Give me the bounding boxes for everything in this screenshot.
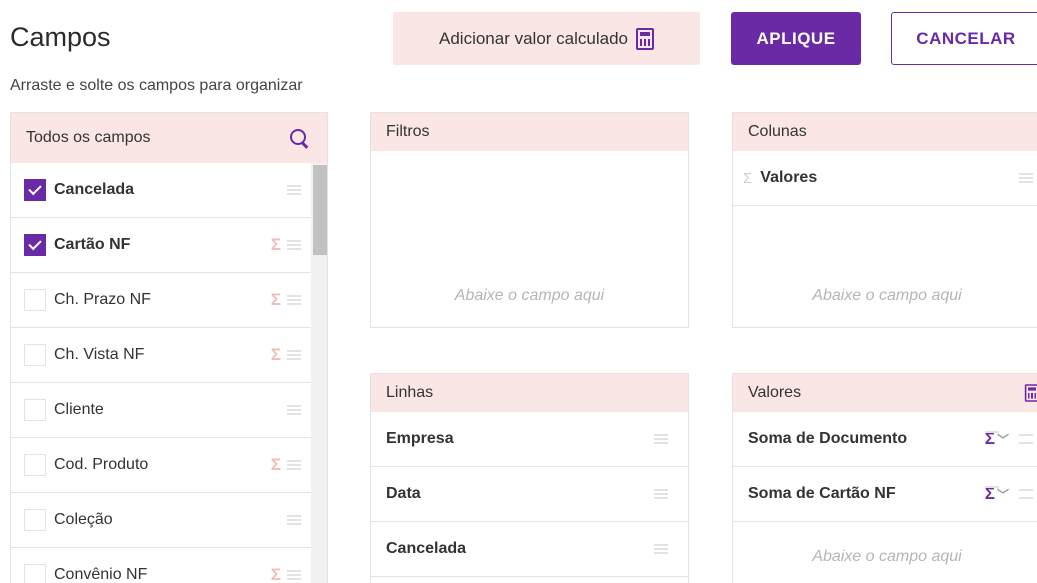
field-label: Cod. Produto	[54, 456, 149, 473]
values-zone-header: Valores	[733, 374, 1037, 412]
field-label: Ch. Vista NF	[54, 346, 145, 363]
drag-handle-icon[interactable]	[654, 489, 668, 499]
columns-item[interactable]: Σ Valores	[733, 151, 1037, 206]
field-checkbox[interactable]	[24, 234, 46, 256]
drag-handle-icon[interactable]	[1019, 489, 1033, 499]
field-item[interactable]: Ch. Vista NF Σ	[11, 328, 311, 383]
sigma-icon[interactable]: Σ	[271, 455, 281, 475]
field-item[interactable]: Coleção	[11, 493, 311, 548]
rows-item-label: Cancelada	[386, 540, 467, 557]
page-subtitle: Arraste e solte os campos para organizar	[10, 77, 303, 94]
values-item-label: Soma de Documento	[748, 430, 908, 447]
drag-handle-icon[interactable]	[287, 570, 301, 580]
field-item[interactable]: Ch. Prazo NF Σ	[11, 273, 311, 328]
rows-item[interactable]: Cancelada	[371, 522, 688, 577]
columns-zone-header: Colunas	[733, 113, 1037, 151]
scrollbar-thumb[interactable]	[313, 165, 327, 255]
field-checkbox[interactable]	[24, 179, 46, 201]
field-checkbox[interactable]	[24, 344, 46, 366]
values-zone-title: Valores	[748, 384, 802, 401]
columns-drop-placeholder: Abaixe o campo aqui	[812, 287, 962, 304]
add-calculated-value-button[interactable]: Adicionar valor calculado	[393, 12, 700, 65]
filters-zone[interactable]: Filtros Abaixe o campo aqui	[370, 112, 689, 328]
field-list-scrollbar[interactable]	[311, 163, 327, 583]
calculator-icon	[636, 27, 654, 50]
field-label: Coleção	[54, 511, 113, 528]
field-checkbox[interactable]	[24, 564, 46, 583]
values-item[interactable]: Soma de Cartão NF Σ ﹀	[733, 467, 1037, 522]
rows-item-label: Empresa	[386, 430, 454, 447]
add-calculated-value-label: Adicionar valor calculado	[439, 28, 628, 48]
field-label: Ch. Prazo NF	[54, 291, 151, 308]
field-label: Cartão NF	[54, 236, 131, 253]
calculator-icon[interactable]	[1024, 384, 1037, 402]
sigma-icon[interactable]: Σ	[271, 290, 281, 310]
drag-handle-icon[interactable]	[287, 515, 301, 525]
values-item[interactable]: Soma de Documento Σ ﹀	[733, 412, 1037, 467]
filters-zone-title: Filtros	[386, 123, 430, 140]
field-item[interactable]: Cod. Produto Σ	[11, 438, 311, 493]
columns-zone-title: Colunas	[748, 123, 807, 140]
values-item-label: Soma de Cartão NF	[748, 485, 896, 502]
cancel-button[interactable]: CANCELAR	[891, 12, 1037, 65]
rows-item[interactable]: Data	[371, 467, 688, 522]
rows-zone-header: Linhas	[371, 374, 688, 412]
field-label: Cancelada	[54, 181, 135, 198]
drag-handle-icon[interactable]	[1019, 173, 1033, 183]
page-title: Campos	[10, 22, 111, 52]
columns-zone[interactable]: Colunas Σ Valores Abaixe o campo aqui	[732, 112, 1037, 328]
values-zone[interactable]: Valores Soma de Documento Σ ﹀ Soma de Car…	[732, 373, 1037, 583]
rows-zone[interactable]: Linhas Empresa Data Cancelada	[370, 373, 689, 583]
field-checkbox[interactable]	[24, 289, 46, 311]
field-checkbox[interactable]	[24, 509, 46, 531]
field-label: Cliente	[54, 401, 104, 418]
apply-button[interactable]: APLIQUE	[731, 12, 861, 65]
drag-handle-icon[interactable]	[654, 544, 668, 554]
drag-handle-icon[interactable]	[1019, 434, 1033, 444]
sigma-icon[interactable]: Σ	[271, 235, 281, 255]
drag-handle-icon[interactable]	[287, 240, 301, 250]
field-list-header: Todos os campos	[11, 113, 327, 163]
field-list-title: Todos os campos	[26, 129, 151, 146]
field-label: Convênio NF	[54, 566, 148, 583]
field-item[interactable]: Cartão NF Σ	[11, 218, 311, 273]
filters-zone-header: Filtros	[371, 113, 688, 151]
drag-handle-icon[interactable]	[287, 350, 301, 360]
rows-item[interactable]: Empresa	[371, 412, 688, 467]
drag-handle-icon[interactable]	[287, 405, 301, 415]
field-item[interactable]: Cliente	[11, 383, 311, 438]
chevron-down-icon: ﹀	[996, 488, 1009, 502]
drag-handle-icon[interactable]	[654, 434, 668, 444]
field-item[interactable]: Convênio NF Σ	[11, 548, 311, 583]
sigma-icon[interactable]: Σ	[271, 345, 281, 365]
field-list-panel: Todos os campos Cancelada Cartão NF Σ Ch…	[10, 112, 328, 583]
drag-handle-icon[interactable]	[287, 185, 301, 195]
filters-drop-placeholder: Abaixe o campo aqui	[454, 287, 605, 304]
drag-handle-icon[interactable]	[287, 460, 301, 470]
drag-handle-icon[interactable]	[287, 295, 301, 305]
rows-zone-title: Linhas	[386, 384, 434, 401]
values-drop-placeholder: Abaixe o campo aqui	[812, 548, 962, 565]
field-checkbox[interactable]	[24, 454, 46, 476]
rows-item-label: Data	[386, 485, 421, 502]
sigma-icon: Σ	[743, 169, 753, 187]
field-item[interactable]: Cancelada	[11, 163, 311, 218]
field-checkbox[interactable]	[24, 399, 46, 421]
columns-item-label: Valores	[760, 169, 818, 186]
sigma-icon[interactable]: Σ	[271, 565, 281, 583]
search-icon[interactable]	[289, 128, 309, 148]
chevron-down-icon: ﹀	[996, 433, 1009, 447]
